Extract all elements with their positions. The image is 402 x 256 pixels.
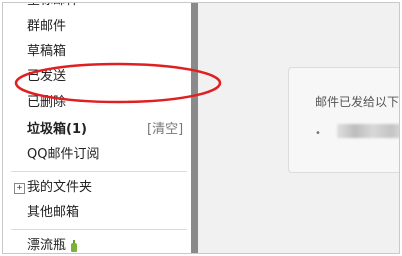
sidebar-item-drift-bottle[interactable]: 漂流瓶 — [27, 236, 66, 253]
sidebar: 星标邮件 群邮件 草稿箱 已发送 已删除 垃圾箱(1) [清空] QQ邮件订阅 … — [3, 3, 191, 253]
panel-splitter[interactable] — [191, 3, 198, 253]
sidebar-divider — [11, 229, 187, 230]
sent-notice-text: 邮件已发给以下 — [315, 95, 400, 109]
main-panel: 邮件已发给以下 • — [198, 3, 399, 253]
sidebar-item-sent[interactable]: 已发送 — [27, 67, 66, 87]
sidebar-item-starred[interactable]: 星标邮件 — [27, 3, 79, 11]
sent-notice-box: 邮件已发给以下 • — [288, 67, 400, 173]
recipient-bullet: • — [315, 128, 321, 139]
expand-icon[interactable]: + — [14, 183, 25, 194]
sidebar-item-qq-subscription[interactable]: QQ邮件订阅 — [27, 145, 99, 165]
sidebar-item-spam[interactable]: 垃圾箱(1) — [27, 120, 87, 140]
sidebar-item-other-mailbox[interactable]: 其他邮箱 — [27, 203, 79, 223]
sidebar-divider — [11, 171, 187, 172]
bottle-icon — [71, 240, 77, 252]
sidebar-item-my-folders[interactable]: 我的文件夹 — [27, 178, 92, 198]
sidebar-item-group-mail[interactable]: 群邮件 — [27, 17, 66, 37]
mail-window: 星标邮件 群邮件 草稿箱 已发送 已删除 垃圾箱(1) [清空] QQ邮件订阅 … — [2, 2, 400, 254]
sidebar-item-drafts[interactable]: 草稿箱 — [27, 42, 66, 62]
redacted-recipient — [337, 124, 399, 138]
clear-spam-link[interactable]: [清空] — [147, 120, 183, 140]
sidebar-item-deleted[interactable]: 已删除 — [27, 93, 66, 113]
